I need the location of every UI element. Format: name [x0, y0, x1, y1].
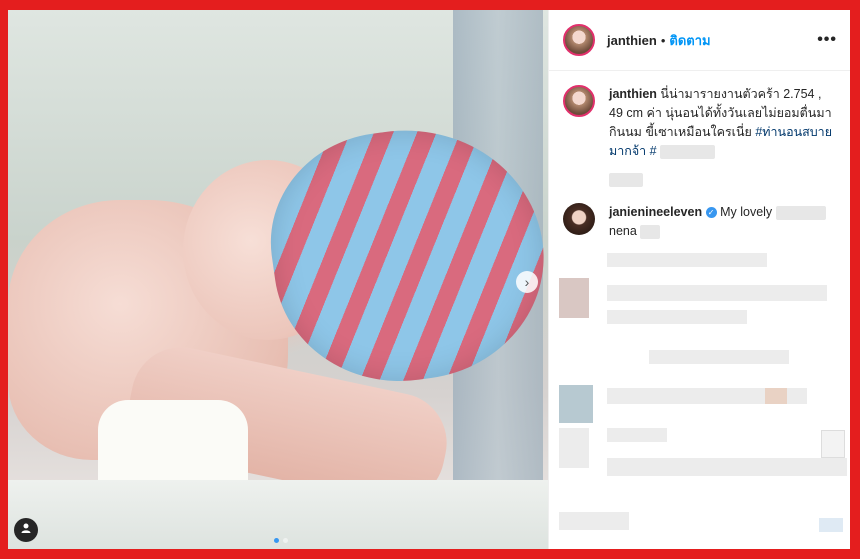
comment-body: My lovely	[720, 205, 773, 219]
hashtag-link[interactable]: #	[650, 144, 657, 158]
blurred-comment	[819, 518, 843, 532]
follow-button[interactable]: ติดตาม	[669, 30, 710, 51]
blurred-comment	[559, 512, 629, 530]
carousel-dot	[274, 538, 279, 543]
comment-text: janienineeleven ✓ My lovely nena	[609, 203, 826, 241]
blurred-comment	[607, 310, 747, 324]
comments-section: janthien นี่น่ามารายงานตัวคร้า 2.754 , 4…	[549, 71, 850, 241]
blurred-comment	[649, 350, 789, 364]
separator: •	[660, 32, 666, 48]
avatar[interactable]	[563, 24, 595, 56]
comment-item: janienineeleven ✓ My lovely nena	[563, 203, 837, 241]
blurred-avatar	[559, 428, 589, 468]
blurred-comment	[607, 285, 827, 301]
avatar[interactable]	[563, 203, 595, 235]
blurred-comment	[607, 428, 667, 442]
post-photo[interactable]: ›	[8, 10, 548, 549]
comment-username[interactable]: janienineeleven	[609, 205, 702, 219]
next-slide-icon[interactable]: ›	[516, 271, 538, 293]
blurred-text	[660, 144, 716, 159]
screenshot-frame: › janthien • ติดตาม ••• janthien นี่น่าม…	[8, 10, 850, 549]
person-icon	[21, 523, 31, 533]
caption-username[interactable]: janthien	[609, 87, 657, 101]
verified-icon: ✓	[705, 207, 717, 219]
blurred-comment	[765, 388, 787, 404]
caption-meta	[609, 171, 837, 189]
post-sidebar: janthien • ติดตาม ••• janthien นี่น่ามาร…	[548, 10, 850, 549]
carousel-dot	[283, 538, 288, 543]
blurred-icon	[821, 430, 845, 458]
header-username[interactable]: janthien	[607, 33, 657, 48]
post-header: janthien • ติดตาม •••	[549, 10, 850, 71]
carousel-dots	[274, 538, 288, 543]
blurred-avatar	[559, 278, 589, 318]
blurred-text	[640, 224, 661, 239]
blurred-text	[609, 172, 643, 187]
caption-text: janthien นี่น่ามารายงานตัวคร้า 2.754 , 4…	[609, 85, 837, 161]
user-tag-icon[interactable]	[14, 518, 38, 542]
blurred-text	[775, 205, 826, 220]
blurred-comment	[607, 458, 847, 476]
caption: janthien นี่น่ามารายงานตัวคร้า 2.754 , 4…	[563, 85, 837, 161]
comment-body-line2: nena	[609, 224, 637, 238]
blurred-comment	[607, 253, 767, 267]
more-options-icon[interactable]: •••	[817, 31, 837, 49]
blurred-avatar	[559, 385, 593, 423]
avatar[interactable]	[563, 85, 595, 117]
